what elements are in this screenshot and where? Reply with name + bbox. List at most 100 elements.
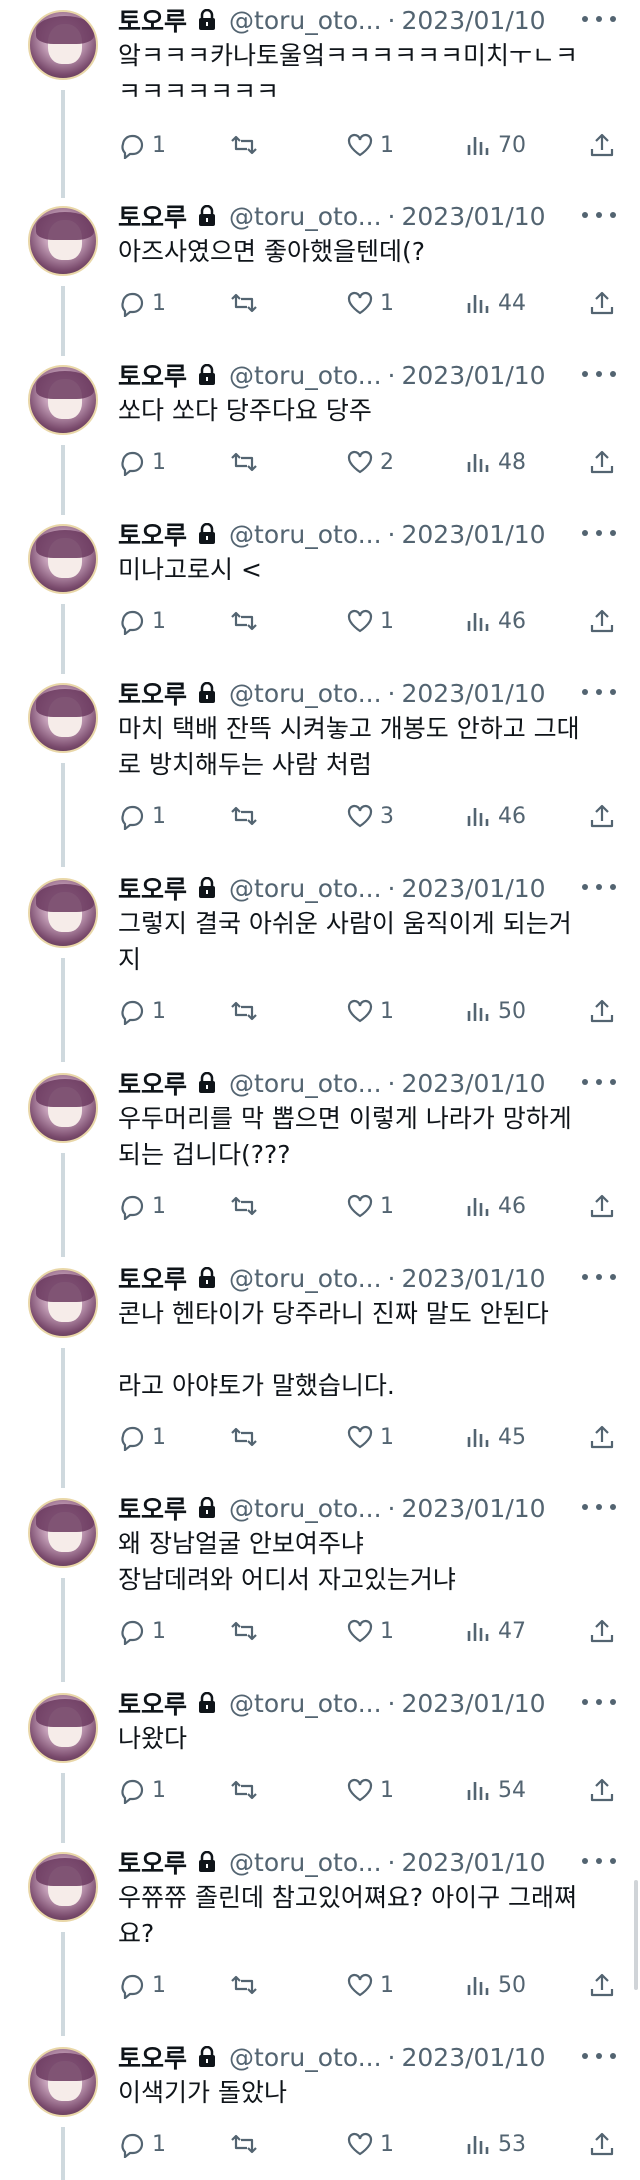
more-options-icon[interactable]	[582, 872, 616, 902]
user-handle[interactable]: @toru_oto...	[229, 1689, 382, 1718]
views-button[interactable]: 45	[464, 1423, 526, 1451]
avatar[interactable]	[28, 1268, 98, 1338]
avatar[interactable]	[28, 10, 98, 80]
user-handle[interactable]: @toru_oto...	[229, 1848, 382, 1877]
views-button[interactable]: 47	[464, 1617, 526, 1645]
retweet-button[interactable]	[230, 1192, 264, 1220]
avatar[interactable]	[28, 1693, 98, 1763]
display-name[interactable]: 토오루	[118, 870, 187, 906]
retweet-button[interactable]	[230, 131, 264, 159]
tweet-date[interactable]: 2023/01/10	[401, 520, 545, 549]
retweet-button[interactable]	[230, 2130, 264, 2158]
views-button[interactable]: 50	[464, 997, 526, 1025]
share-button[interactable]	[588, 1617, 622, 1645]
share-button[interactable]	[588, 1192, 622, 1220]
avatar[interactable]	[28, 2047, 98, 2117]
share-button[interactable]	[588, 289, 622, 317]
retweet-button[interactable]	[230, 997, 264, 1025]
display-name[interactable]: 토오루	[118, 1065, 187, 1101]
more-options-icon[interactable]	[582, 1846, 616, 1876]
reply-button[interactable]: 1	[118, 448, 166, 476]
reply-button[interactable]: 1	[118, 1971, 166, 1999]
user-handle[interactable]: @toru_oto...	[229, 2043, 382, 2072]
avatar[interactable]	[28, 365, 98, 435]
display-name[interactable]: 토오루	[118, 2, 187, 38]
tweet-date[interactable]: 2023/01/10	[401, 1848, 545, 1877]
views-button[interactable]: 53	[464, 2130, 526, 2158]
more-options-icon[interactable]	[582, 518, 616, 548]
tweet-date[interactable]: 2023/01/10	[401, 6, 545, 35]
tweet-date[interactable]: 2023/01/10	[401, 1689, 545, 1718]
reply-button[interactable]: 1	[118, 1776, 166, 1804]
share-button[interactable]	[588, 802, 622, 830]
display-name[interactable]: 토오루	[118, 1260, 187, 1296]
views-button[interactable]: 44	[464, 289, 526, 317]
user-handle[interactable]: @toru_oto...	[229, 1494, 382, 1523]
like-button[interactable]: 1	[346, 1971, 394, 1999]
tweet-date[interactable]: 2023/01/10	[401, 2043, 545, 2072]
user-handle[interactable]: @toru_oto...	[229, 202, 382, 231]
views-button[interactable]: 46	[464, 607, 526, 635]
tweet-date[interactable]: 2023/01/10	[401, 1494, 545, 1523]
more-options-icon[interactable]	[582, 1067, 616, 1097]
display-name[interactable]: 토오루	[118, 198, 187, 234]
retweet-button[interactable]	[230, 448, 264, 476]
user-handle[interactable]: @toru_oto...	[229, 1069, 382, 1098]
more-options-icon[interactable]	[582, 1492, 616, 1522]
user-handle[interactable]: @toru_oto...	[229, 361, 382, 390]
avatar[interactable]	[28, 524, 98, 594]
views-button[interactable]: 48	[464, 448, 526, 476]
like-button[interactable]: 1	[346, 1617, 394, 1645]
user-handle[interactable]: @toru_oto...	[229, 520, 382, 549]
reply-button[interactable]: 1	[118, 1617, 166, 1645]
reply-button[interactable]: 1	[118, 1192, 166, 1220]
views-button[interactable]: 50	[464, 1971, 526, 1999]
display-name[interactable]: 토오루	[118, 1685, 187, 1721]
like-button[interactable]: 1	[346, 607, 394, 635]
retweet-button[interactable]	[230, 802, 264, 830]
views-button[interactable]: 54	[464, 1776, 526, 1804]
display-name[interactable]: 토오루	[118, 1490, 187, 1526]
share-button[interactable]	[588, 607, 622, 635]
like-button[interactable]: 3	[346, 802, 394, 830]
share-button[interactable]	[588, 1423, 622, 1451]
like-button[interactable]: 1	[346, 997, 394, 1025]
share-button[interactable]	[588, 2130, 622, 2158]
reply-button[interactable]: 1	[118, 131, 166, 159]
tweet-date[interactable]: 2023/01/10	[401, 361, 545, 390]
display-name[interactable]: 토오루	[118, 2039, 187, 2075]
avatar[interactable]	[28, 878, 98, 948]
reply-button[interactable]: 1	[118, 289, 166, 317]
display-name[interactable]: 토오루	[118, 357, 187, 393]
like-button[interactable]: 1	[346, 1776, 394, 1804]
views-button[interactable]: 46	[464, 1192, 526, 1220]
avatar[interactable]	[28, 1498, 98, 1568]
avatar[interactable]	[28, 206, 98, 276]
like-button[interactable]: 1	[346, 2130, 394, 2158]
reply-button[interactable]: 1	[118, 802, 166, 830]
share-button[interactable]	[588, 448, 622, 476]
more-options-icon[interactable]	[582, 359, 616, 389]
share-button[interactable]	[588, 131, 622, 159]
more-options-icon[interactable]	[582, 1262, 616, 1292]
retweet-button[interactable]	[230, 607, 264, 635]
more-options-icon[interactable]	[582, 200, 616, 230]
share-button[interactable]	[588, 1971, 622, 1999]
avatar[interactable]	[28, 683, 98, 753]
like-button[interactable]: 1	[346, 1423, 394, 1451]
reply-button[interactable]: 1	[118, 997, 166, 1025]
display-name[interactable]: 토오루	[118, 516, 187, 552]
scrollbar[interactable]	[634, 1880, 638, 1990]
more-options-icon[interactable]	[582, 677, 616, 707]
user-handle[interactable]: @toru_oto...	[229, 1264, 382, 1293]
retweet-button[interactable]	[230, 1971, 264, 1999]
tweet-date[interactable]: 2023/01/10	[401, 1264, 545, 1293]
more-options-icon[interactable]	[582, 4, 616, 34]
like-button[interactable]: 2	[346, 448, 394, 476]
views-button[interactable]: 46	[464, 802, 526, 830]
display-name[interactable]: 토오루	[118, 1844, 187, 1880]
user-handle[interactable]: @toru_oto...	[229, 6, 382, 35]
retweet-button[interactable]	[230, 1617, 264, 1645]
reply-button[interactable]: 1	[118, 607, 166, 635]
share-button[interactable]	[588, 997, 622, 1025]
